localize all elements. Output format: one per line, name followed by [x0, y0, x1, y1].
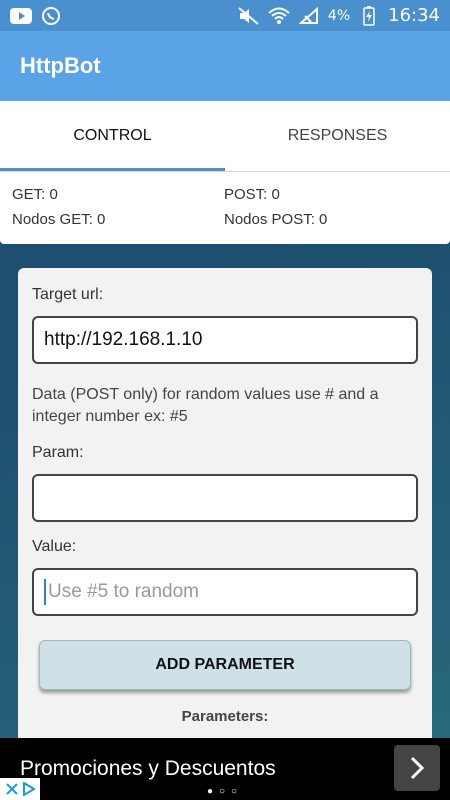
ad-next-button[interactable] — [394, 745, 440, 791]
param-input[interactable] — [44, 476, 416, 520]
target-url-input[interactable] — [44, 318, 416, 362]
param-label: Param: — [32, 444, 84, 461]
tab-responses[interactable]: RESPONSES — [225, 101, 450, 171]
no-signal-icon — [298, 6, 320, 25]
value-label: Value: — [32, 538, 77, 555]
ad-pager-dots: ●○○ — [206, 786, 244, 797]
mute-icon — [238, 6, 260, 25]
battery-icon — [358, 5, 380, 26]
ad-text[interactable]: Promociones y Descuentos — [20, 757, 276, 781]
chevron-right-icon — [410, 756, 425, 780]
adchoices-icon[interactable] — [0, 778, 40, 800]
stats-card: CONTROL RESPONSES GET: 0 POST: 0 Nodos G… — [0, 101, 450, 244]
post-data-hint: Data (POST only) for random values use #… — [32, 386, 379, 425]
form-card: Target url: Data (POST only) for random … — [18, 268, 432, 768]
post-count: POST: 0 — [224, 186, 280, 203]
ad-banner[interactable]: Promociones y Descuentos ●○○ — [0, 738, 450, 800]
parameters-title: Parameters: — [181, 708, 269, 725]
target-url-field[interactable] — [32, 316, 418, 364]
status-bar: 4% 16:34 — [0, 0, 450, 31]
youtube-icon — [10, 7, 32, 25]
battery-percent: 4% — [327, 7, 351, 24]
app-bar: HttpBot — [0, 31, 450, 101]
tab-bar: CONTROL RESPONSES — [0, 101, 450, 171]
wifi-icon — [268, 7, 290, 25]
param-field[interactable] — [32, 474, 418, 522]
whatsapp-icon — [40, 6, 62, 25]
counts-grid: GET: 0 POST: 0 Nodos GET: 0 Nodos POST: … — [0, 172, 450, 228]
text-cursor — [44, 579, 46, 605]
value-input[interactable] — [47, 570, 416, 614]
add-parameter-button[interactable]: ADD PARAMETER — [39, 640, 411, 690]
nodos-post-count: Nodos POST: 0 — [224, 211, 328, 228]
app-title: HttpBot — [20, 53, 101, 78]
tab-control[interactable]: CONTROL — [0, 101, 225, 171]
nodos-get-count: Nodos GET: 0 — [12, 211, 106, 228]
target-url-label: Target url: — [32, 286, 104, 303]
clock: 16:34 — [388, 5, 440, 26]
value-field[interactable] — [32, 568, 418, 616]
get-count: GET: 0 — [12, 186, 58, 203]
